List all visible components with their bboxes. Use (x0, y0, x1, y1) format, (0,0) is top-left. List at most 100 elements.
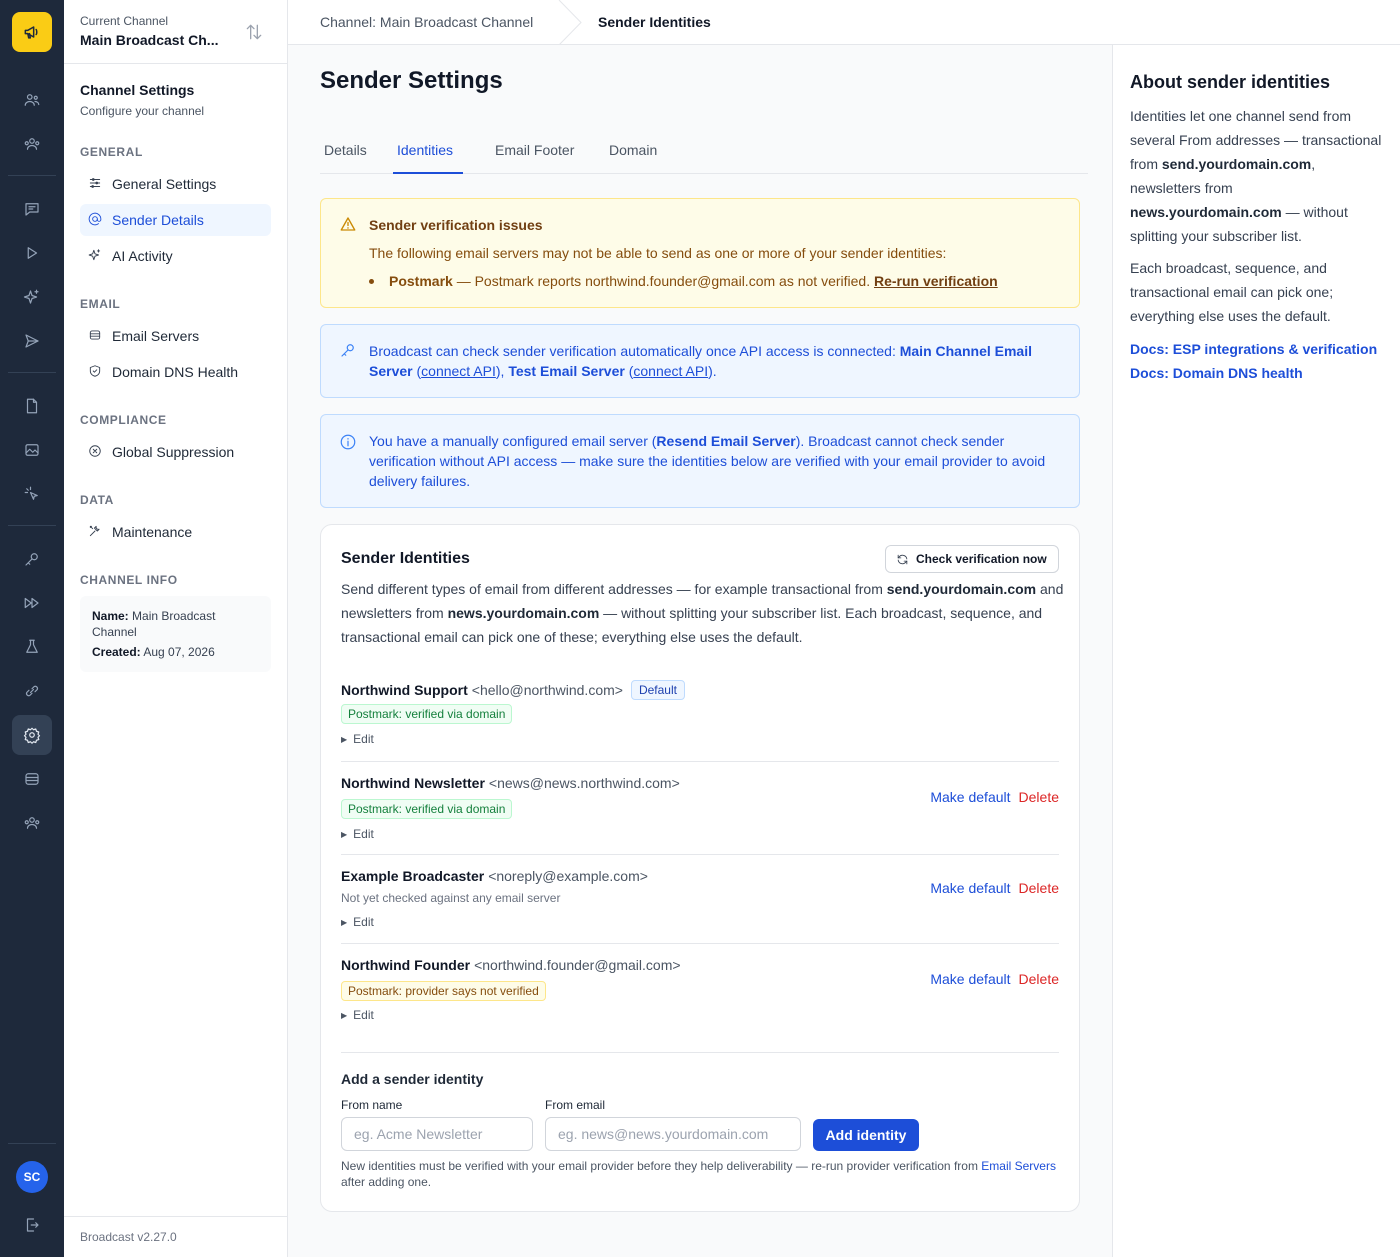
desc-text-1: Send different types of email from diffe… (341, 581, 887, 597)
settings-gear-icon[interactable] (12, 715, 52, 755)
warning-list-item: Postmark — Postmark reports northwind.fo… (369, 271, 998, 291)
tab-domain[interactable]: Domain (605, 140, 661, 174)
tab-email-footer[interactable]: Email Footer (491, 140, 578, 174)
transactional-send-icon[interactable] (12, 321, 52, 361)
make-default-button[interactable]: Make default (930, 880, 1010, 896)
edit-toggle[interactable]: Edit (341, 1008, 374, 1022)
from-name-input[interactable] (341, 1117, 533, 1151)
status-badge: Postmark: provider says not verified (341, 981, 546, 1001)
rerun-verification-link[interactable]: Re-run verification (874, 273, 998, 289)
breadcrumb-chevron-icon (558, 0, 582, 45)
from-email-input[interactable] (545, 1117, 801, 1151)
edit-toggle[interactable]: Edit (341, 827, 374, 841)
warning-description: The following email servers may not be a… (369, 245, 947, 261)
swap-arrows-icon[interactable] (244, 22, 264, 47)
docs-esp-link[interactable]: Docs: ESP integrations & verification (1130, 341, 1377, 357)
sidebar-item-ai-activity[interactable]: AI Activity (80, 240, 271, 272)
tab-identities[interactable]: Identities (393, 140, 463, 174)
lab-flask-icon[interactable] (12, 627, 52, 667)
current-channel-name: Main Broadcast Ch... (80, 32, 219, 48)
key-icon (339, 341, 357, 364)
sequences-icon[interactable] (12, 233, 52, 273)
desc-domain-1: send.yourdomain.com (886, 581, 1037, 597)
delete-button[interactable]: Delete (1019, 789, 1059, 805)
tabs: Details Identities Email Footer Domain (320, 140, 1088, 174)
edit-toggle[interactable]: Edit (341, 915, 374, 929)
sidebar-item-domain-dns-health[interactable]: Domain DNS Health (80, 356, 271, 388)
broadcast-logo-icon[interactable] (12, 12, 52, 52)
status-note: Not yet checked against any email server (341, 891, 561, 905)
identity-email: <northwind.founder@gmail.com> (474, 957, 681, 973)
edit-toggle[interactable]: Edit (341, 732, 374, 746)
at-sign-icon (88, 212, 104, 228)
breadcrumb-current: Sender Identities (598, 14, 711, 30)
tab-details[interactable]: Details (320, 140, 371, 174)
make-default-button[interactable]: Make default (930, 971, 1010, 987)
user-avatar[interactable]: SC (16, 1161, 48, 1193)
connect-api-link-2[interactable]: connect API (633, 363, 708, 379)
circle-x-icon (88, 444, 104, 460)
help-text-1: New identities must be verified with you… (341, 1159, 982, 1173)
card-description: Send different types of email from diffe… (341, 577, 1065, 649)
email-servers-link[interactable]: Email Servers (981, 1159, 1056, 1173)
sidebar-item-sender-details[interactable]: Sender Details (80, 204, 271, 236)
connect-api-link-1[interactable]: connect API (421, 363, 496, 379)
channel-name-label: Name: (92, 609, 129, 623)
sidebar-item-general-settings[interactable]: General Settings (80, 168, 271, 200)
delete-button[interactable]: Delete (1019, 880, 1059, 896)
channel-created-value: Aug 07, 2026 (143, 645, 215, 659)
ai-sparkle-icon[interactable] (12, 277, 52, 317)
logout-icon[interactable] (12, 1205, 52, 1245)
sparkle-icon (88, 248, 104, 264)
make-default-button[interactable]: Make default (930, 789, 1010, 805)
automations-forward-icon[interactable] (12, 583, 52, 623)
page-title: Sender Settings (320, 67, 503, 94)
status-badge: Postmark: verified via domain (341, 704, 513, 724)
breadcrumb-parent[interactable]: Channel: Main Broadcast Channel (320, 14, 533, 30)
channel-switcher[interactable]: Current Channel Main Broadcast Ch... (64, 0, 287, 64)
info-circle-icon (339, 433, 357, 456)
sidebar-item-label: Domain DNS Health (112, 364, 239, 380)
server-icon (88, 328, 104, 344)
status-badge: Postmark: verified via domain (341, 799, 513, 819)
desc-domain-2: news.yourdomain.com (447, 605, 600, 621)
subscribers-icon[interactable] (12, 80, 52, 120)
sidebar-item-label: Sender Details (112, 212, 204, 228)
sidebar-item-label: General Settings (112, 176, 217, 192)
templates-file-icon[interactable] (12, 386, 52, 426)
add-identity-title: Add a sender identity (341, 1071, 484, 1087)
segments-icon[interactable] (12, 124, 52, 164)
identity-row: Northwind Founder <northwind.founder@gmai… (341, 957, 1059, 1027)
media-image-icon[interactable] (12, 430, 52, 470)
integrations-link-icon[interactable] (12, 671, 52, 711)
sidebar-item-maintenance[interactable]: Maintenance (80, 516, 271, 548)
sidebar-item-global-suppression[interactable]: Global Suppression (80, 436, 271, 468)
identity-email: <news@news.northwind.com> (488, 775, 680, 791)
section-data: DATA (80, 493, 114, 507)
sidebar-item-label: Global Suppression (112, 444, 235, 460)
api-key-icon[interactable] (12, 539, 52, 579)
sidebar-item-email-servers[interactable]: Email Servers (80, 320, 271, 352)
docs-dns-link[interactable]: Docs: Domain DNS health (1130, 365, 1303, 381)
team-icon[interactable] (12, 803, 52, 843)
add-identity-button[interactable]: Add identity (813, 1119, 919, 1151)
identity-email: <hello@northwind.com> (471, 682, 623, 698)
identity-row: Northwind Newsletter <news@news.northwind… (341, 775, 1059, 845)
api-info-text: Broadcast can check sender verification … (369, 343, 900, 359)
about-domain-1: send.yourdomain.com (1161, 156, 1312, 172)
identity-email: <noreply@example.com> (488, 868, 648, 884)
check-verification-button[interactable]: Check verification now (885, 545, 1059, 573)
add-identity-help: New identities must be verified with you… (341, 1158, 1065, 1190)
api-access-info: Broadcast can check sender verification … (320, 324, 1080, 398)
settings-title: Channel Settings (80, 82, 195, 98)
delete-button[interactable]: Delete (1019, 971, 1059, 987)
settings-subtitle: Configure your channel (80, 104, 205, 118)
manual-info-text-1: You have a manually configured email ser… (369, 433, 657, 449)
tracking-click-icon[interactable] (12, 474, 52, 514)
identity-name: Northwind Founder (341, 957, 471, 973)
database-icon[interactable] (12, 759, 52, 799)
from-name-label: From name (341, 1098, 403, 1112)
shield-check-icon (88, 364, 104, 380)
broadcasts-icon[interactable] (12, 189, 52, 229)
tools-icon (88, 524, 104, 540)
